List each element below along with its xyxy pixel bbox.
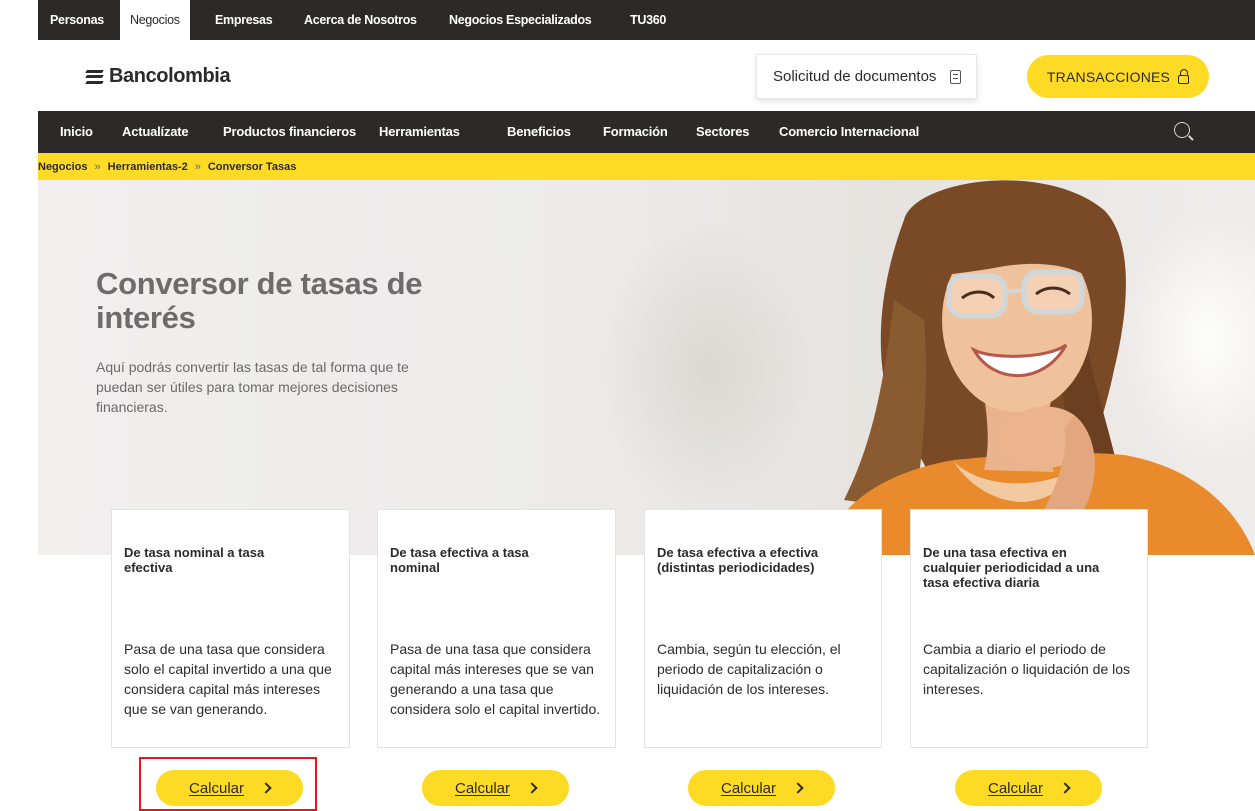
- card-effective-to-daily: De una tasa efectiva en cualquier period…: [910, 509, 1148, 748]
- segment-acerca[interactable]: Acerca de Nosotros: [304, 0, 417, 40]
- card-title: De tasa efectiva a efectiva (distintas p…: [657, 545, 819, 575]
- nav-sectores[interactable]: Sectores: [696, 111, 750, 153]
- nav-comercio[interactable]: Comercio Internacional: [779, 111, 919, 153]
- nav-actualizate[interactable]: Actualízate: [122, 111, 189, 153]
- transactions-label: TRANSACCIONES: [1046, 68, 1171, 85]
- card-description: Cambia a diario el periodo de capitaliza…: [923, 641, 1131, 697]
- breadcrumb-negocios[interactable]: Negocios: [38, 161, 88, 173]
- nav-inicio[interactable]: Inicio: [60, 111, 93, 153]
- nav-herramientas[interactable]: Herramientas: [379, 111, 460, 153]
- chevron-right-icon: [1059, 782, 1071, 794]
- calcular-label: Calcular: [188, 779, 245, 797]
- document-request-label: Solicitud de documentos: [773, 68, 937, 85]
- card-nominal-to-effective: De tasa nominal a tasa efectiva Pasa de …: [111, 509, 350, 748]
- site-header: Bancolombia Solicitud de documentos TRAN…: [38, 40, 1255, 111]
- page-title: Conversor de tasas de interés: [96, 266, 423, 335]
- search-icon[interactable]: [1174, 122, 1190, 138]
- card-effective-to-effective: De tasa efectiva a efectiva (distintas p…: [644, 509, 882, 748]
- segment-especializados[interactable]: Negocios Especializados: [449, 0, 592, 40]
- hero-description: Aquí podrás convertir las tasas de tal f…: [96, 359, 409, 415]
- segment-bar: Personas Negocios Empresas Acerca de Nos…: [38, 0, 1255, 40]
- calcular-label: Calcular: [720, 779, 777, 797]
- transactions-button[interactable]: TRANSACCIONES: [1027, 55, 1209, 98]
- chevron-right-icon: [792, 782, 804, 794]
- breadcrumb-herramientas[interactable]: Herramientas-2: [108, 161, 188, 173]
- breadcrumb-separator: »: [194, 160, 201, 173]
- calcular-button-effective-to-effective[interactable]: Calcular: [688, 770, 835, 806]
- segment-negocios[interactable]: Negocios: [120, 0, 190, 40]
- calcular-label: Calcular: [987, 779, 1044, 797]
- calcular-label: Calcular: [454, 779, 511, 797]
- card-title: De una tasa efectiva en cualquier period…: [923, 545, 1100, 590]
- document-icon: [950, 69, 962, 84]
- card-title: De tasa nominal a tasa efectiva: [124, 545, 265, 575]
- segment-personas[interactable]: Personas: [50, 0, 104, 40]
- segment-tu360[interactable]: TU360: [630, 0, 666, 40]
- logo-text: Bancolombia: [109, 65, 231, 87]
- calcular-button-nominal-to-effective[interactable]: Calcular: [156, 770, 303, 806]
- breadcrumb: Negocios » Herramientas-2 » Conversor Ta…: [38, 153, 1255, 180]
- nav-formacion[interactable]: Formación: [603, 111, 668, 153]
- chevron-right-icon: [260, 782, 272, 794]
- breadcrumb-separator: »: [94, 160, 101, 173]
- card-effective-to-nominal: De tasa efectiva a tasa nominal Pasa de …: [377, 509, 616, 748]
- lock-icon: [1178, 69, 1190, 84]
- nav-beneficios[interactable]: Beneficios: [507, 111, 571, 153]
- calcular-button-effective-to-nominal[interactable]: Calcular: [422, 770, 569, 806]
- chevron-right-icon: [526, 782, 538, 794]
- main-nav: Inicio Actualízate Productos financieros…: [38, 111, 1255, 153]
- logo-mark-icon: [85, 69, 104, 85]
- card-description: Pasa de una tasa que considera solo el c…: [124, 641, 332, 717]
- nav-productos[interactable]: Productos financieros: [223, 111, 356, 153]
- card-description: Pasa de una tasa que considera capital m…: [390, 641, 601, 717]
- document-request-button[interactable]: Solicitud de documentos: [756, 54, 977, 99]
- segment-empresas[interactable]: Empresas: [215, 0, 273, 40]
- card-description: Cambia, según tu elección, el periodo de…: [657, 641, 841, 697]
- calcular-button-effective-to-daily[interactable]: Calcular: [955, 770, 1102, 806]
- bancolombia-logo[interactable]: Bancolombia: [85, 65, 231, 88]
- breadcrumb-conversor[interactable]: Conversor Tasas: [208, 161, 296, 173]
- card-title: De tasa efectiva a tasa nominal: [390, 545, 529, 575]
- smiling-woman-image: [824, 180, 1255, 555]
- hero-banner: Conversor de tasas de interés Aquí podrá…: [38, 180, 1255, 555]
